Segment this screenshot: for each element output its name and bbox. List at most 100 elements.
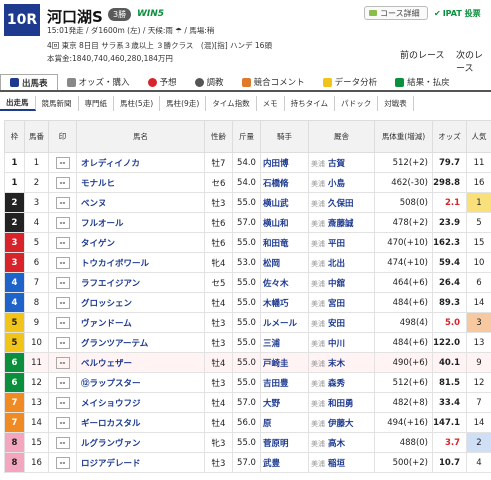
trainer-name[interactable]: 久保田 [328,199,354,209]
trainer-name[interactable]: 伊藤大 [328,419,354,429]
header-odds[interactable]: オッズ [432,120,467,153]
horse-name[interactable]: メイショウフジ [76,392,205,413]
mark-cell[interactable]: -- [48,332,77,353]
horse-name[interactable]: グロッシェン [76,292,205,313]
mark-cell[interactable]: -- [48,252,77,273]
table-row[interactable]: 2 4 -- フルオール 牡6 57.0 横山和 美浦 斎藤誠 478(+2) 23.9 5 [4,212,491,233]
mark-select[interactable]: -- [55,256,70,269]
jockey-name[interactable]: ルメール [260,312,309,333]
mark-cell[interactable]: -- [48,152,77,173]
header-weight[interactable]: 斤量 [232,120,261,153]
horse-name[interactable]: ギーロカスタル [76,412,205,433]
tab-odds[interactable]: オッズ・購入 [58,74,139,90]
horse-name[interactable]: モナルヒ [76,172,205,193]
horse-name[interactable]: トウカイボワール [76,252,205,273]
subtab-horses[interactable]: 出走馬 [0,96,36,111]
table-row[interactable]: 7 13 -- メイショウフジ 牡4 57.0 大野 美浦 和田勇 482(+8) 33.4 7 [4,392,491,413]
mark-select[interactable]: -- [55,396,70,409]
jockey-name[interactable]: 武豊 [260,452,309,473]
mark-cell[interactable]: -- [48,272,77,293]
horse-name[interactable]: タイゲン [76,232,205,253]
jockey-name[interactable]: 石橋脩 [260,172,309,193]
tab-comments[interactable]: 競合コメント [233,74,314,90]
mark-cell[interactable]: -- [48,352,77,373]
horse-name[interactable]: ⑫ラップスター [76,372,205,393]
trainer-name[interactable]: 宮田 [328,299,345,309]
trainer-name[interactable]: 平田 [328,239,345,249]
trainer-name[interactable]: 北出 [328,259,345,269]
mark-cell[interactable]: -- [48,232,77,253]
subtab-specialist[interactable]: 専門紙 [79,96,114,111]
table-row[interactable]: 3 5 -- タイゲン 牡6 55.0 和田竜 美浦 平田 470(+10) 162.3 15 [4,232,491,253]
jockey-name[interactable]: 吉田豊 [260,372,309,393]
horse-name[interactable]: ロジアデレード [76,452,205,473]
next-race-link[interactable]: 次のレース [456,48,491,74]
tab-data[interactable]: データ分析 [314,74,387,90]
jockey-name[interactable]: 大野 [260,392,309,413]
table-row[interactable]: 1 1 -- オレディイノカ 牡7 54.0 内田博 美浦 古賀 512(+2) 79.7 11 [4,152,491,173]
horse-name[interactable]: ベルウェザー [76,352,205,373]
mark-cell[interactable]: -- [48,432,77,453]
jockey-name[interactable]: 原 [260,412,309,433]
prev-race-link[interactable]: 前のレース [400,48,445,61]
table-row[interactable]: 7 14 -- ギーロカスタル 牡4 56.0 原美浦 伊藤大 494(+16) 147.1 14 [4,412,491,433]
mark-cell[interactable]: -- [48,312,77,333]
trainer-name[interactable]: 中川 [328,339,345,349]
mark-select[interactable]: -- [55,156,70,169]
jockey-name[interactable]: 内田博 [260,152,309,173]
horse-name[interactable]: フルオール [76,212,205,233]
mark-select[interactable]: -- [55,276,70,289]
subtab-time-index[interactable]: タイム指数 [206,96,257,111]
tab-predict[interactable]: 予想 [139,74,186,90]
table-row[interactable]: 3 6 -- トウカイボワール 牝4 53.0 松岡 美浦 北出 474(+10) 59.4 10 [4,252,491,273]
table-row[interactable]: 5 9 -- ヴァンドーム 牡3 55.0 ルメール 美浦 安田 498(4) 5.0 3 [4,312,491,333]
table-row[interactable]: 2 3 -- ベンヌ 牡3 55.0 横山武 美浦 久保田 508(0) 2.1 1 [4,192,491,213]
mark-select[interactable]: -- [55,356,70,369]
horse-name[interactable]: ヴァンドーム [76,312,205,333]
mark-select[interactable]: -- [55,296,70,309]
mark-select[interactable]: -- [55,236,70,249]
mark-select[interactable]: -- [55,196,70,209]
mark-cell[interactable]: -- [48,292,77,313]
trainer-name[interactable]: 安田 [328,319,345,329]
jockey-name[interactable]: 戸崎圭 [260,352,309,373]
mark-select[interactable]: -- [55,336,70,349]
mark-select[interactable]: -- [55,436,70,449]
mark-cell[interactable]: -- [48,172,77,193]
header-mark[interactable]: 印 [48,120,77,153]
jockey-name[interactable]: 佐々木 [260,272,309,293]
jockey-name[interactable]: 松岡 [260,252,309,273]
mark-select[interactable]: -- [55,416,70,429]
mark-cell[interactable]: -- [48,412,77,433]
trainer-name[interactable]: 森秀 [328,379,345,389]
trainer-name[interactable]: 稲垣 [328,459,345,469]
horse-name[interactable]: オレディイノカ [76,152,205,173]
table-row[interactable]: 4 8 -- グロッシェン 牡4 55.0 木幡巧 美浦 宮田 484(+6) 89.3 14 [4,292,491,313]
subtab-memo[interactable]: メモ [257,96,285,111]
mark-select[interactable]: -- [55,376,70,389]
subtab-best-time[interactable]: 持ちタイム [285,96,335,111]
table-row[interactable]: 4 7 -- ラフエイジアン セ5 55.0 佐々木 美浦 中舘 464(+6) 26.4 6 [4,272,491,293]
horse-name[interactable]: ラフエイジアン [76,272,205,293]
table-row[interactable]: 5 10 -- グランツアーテム 牡3 55.0 三浦 美浦 中川 484(+6) 122.0 13 [4,332,491,353]
header-number[interactable]: 馬番 [24,120,49,153]
horse-name[interactable]: グランツアーテム [76,332,205,353]
mark-cell[interactable]: -- [48,192,77,213]
ipat-button[interactable]: ✔ IPAT 投票 [434,6,488,20]
mark-cell[interactable]: -- [48,392,77,413]
trainer-name[interactable]: 古賀 [328,159,345,169]
trainer-name[interactable]: 中舘 [328,279,345,289]
trainer-name[interactable]: 高木 [328,439,345,449]
table-row[interactable]: 8 16 -- ロジアデレード 牡3 57.0 武豊 美浦 稲垣 500(+2) 10.7 4 [4,452,491,473]
trainer-name[interactable]: 末木 [328,359,345,369]
tab-results[interactable]: 結果・払戻 [386,74,459,90]
jockey-name[interactable]: 横山武 [260,192,309,213]
mark-cell[interactable]: -- [48,452,77,473]
course-detail-button[interactable]: コース詳細 [364,6,428,20]
subtab-past9[interactable]: 馬柱(9走) [160,96,207,111]
table-row[interactable]: 6 11 -- ベルウェザー 牡4 55.0 戸崎圭 美浦 末木 490(+6) 40.1 9 [4,352,491,373]
horse-name[interactable]: ルグランヴァン [76,432,205,453]
trainer-name[interactable]: 斎藤誠 [328,219,354,229]
table-row[interactable]: 6 12 -- ⑫ラップスター 牡3 55.0 吉田豊 美浦 森秀 512(+6) 81.5 12 [4,372,491,393]
mark-select[interactable]: -- [55,456,70,469]
